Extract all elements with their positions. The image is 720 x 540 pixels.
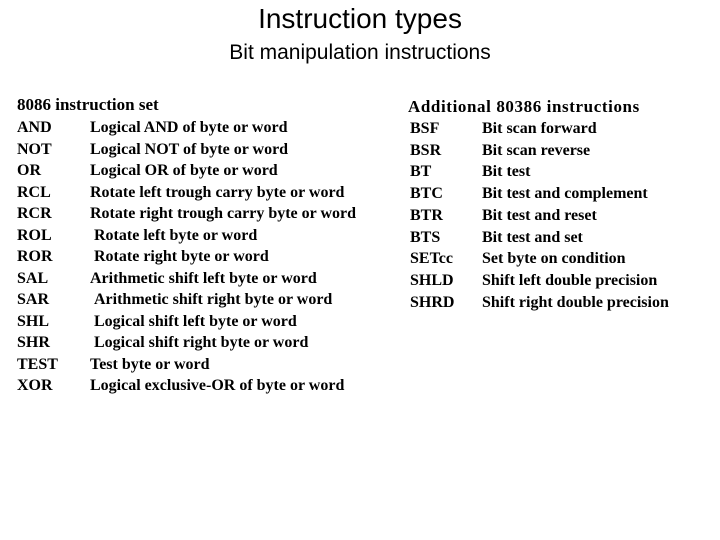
mnemonic: BTS <box>410 228 441 246</box>
slide-title: Instruction types <box>258 3 462 34</box>
description: Test byte or word <box>90 355 210 373</box>
description: Bit test and reset <box>482 206 597 224</box>
description: Shift right double precision <box>482 293 669 311</box>
mnemonic: BTR <box>410 206 443 224</box>
mnemonic: XOR <box>17 377 53 394</box>
description: Bit scan forward <box>482 120 597 137</box>
mnemonic: SHRD <box>410 293 455 311</box>
mnemonic: SHLD <box>410 271 454 289</box>
section-heading: 8086 instruction set <box>17 95 159 114</box>
mnemonic: BSR <box>410 141 442 159</box>
mnemonic: OR <box>17 162 41 179</box>
description: Logical shift right byte or word <box>94 334 309 351</box>
mnemonic: BTC <box>410 185 443 203</box>
mnemonic: SAL <box>17 269 49 287</box>
description: Rotate right trough carry byte or word <box>90 205 357 222</box>
description: Rotate left byte or word <box>94 226 258 244</box>
description: Bit test and set <box>482 228 583 246</box>
description: Bit test <box>482 163 531 181</box>
description: Arithmetic shift right byte or word <box>94 291 333 308</box>
description: Rotate left trough carry byte or word <box>90 183 345 201</box>
mnemonic: ROL <box>17 226 52 244</box>
description: Logical OR of byte or word <box>90 162 278 179</box>
description: Bit test and complement <box>482 185 648 203</box>
mnemonic: SHR <box>17 334 50 351</box>
mnemonic: BT <box>410 163 432 181</box>
mnemonic: SAR <box>17 291 50 308</box>
mnemonic: BSF <box>410 120 440 137</box>
description: Bit scan reverse <box>482 141 591 159</box>
description: Shift left double precision <box>482 271 658 289</box>
mnemonic: SETcc <box>410 250 453 268</box>
mnemonic: NOT <box>17 140 52 158</box>
description: Rotate right byte or word <box>94 248 269 265</box>
description: Arithmetic shift left byte or word <box>90 269 317 287</box>
mnemonic: TEST <box>17 355 58 373</box>
description: Logical NOT of byte or word <box>90 140 289 158</box>
slide-subtitle: Bit manipulation instructions <box>229 41 491 64</box>
section-heading: Additional 80386 instructions <box>408 97 640 116</box>
mnemonic: RCL <box>17 183 51 201</box>
mnemonic: AND <box>17 119 52 136</box>
mnemonic: SHL <box>17 312 50 330</box>
description: Logical shift left byte or word <box>94 312 297 330</box>
description: Logical exclusive-OR of byte or word <box>90 377 345 394</box>
description: Set byte on condition <box>482 250 626 268</box>
mnemonic: ROR <box>17 248 53 265</box>
mnemonic: RCR <box>17 205 52 222</box>
description: Logical AND of byte or word <box>90 119 288 136</box>
